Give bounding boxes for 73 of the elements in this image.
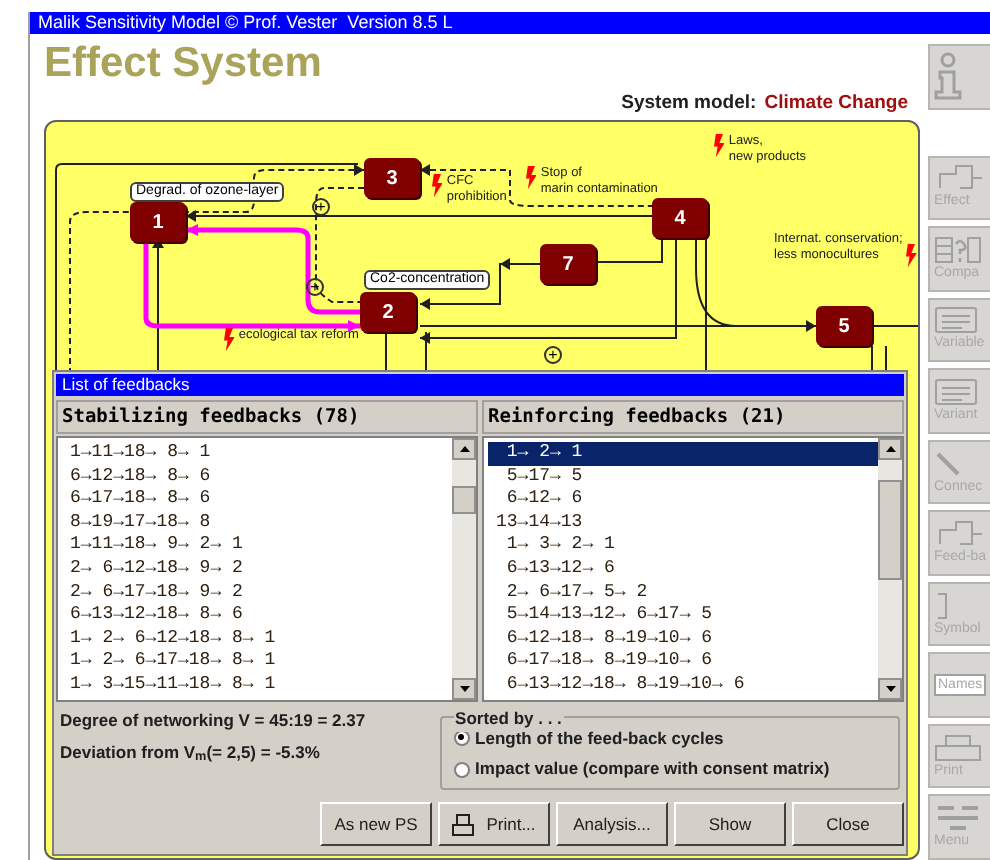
info-icon xyxy=(934,52,962,101)
diagram-node[interactable]: 7 xyxy=(540,244,596,284)
feedback-row[interactable]: 1→ 2→ 6→12→18→ 8→ 1 xyxy=(62,627,452,651)
feedback-row[interactable]: 2→ 6→17→18→ 9→ 2 xyxy=(62,581,452,605)
radio-label: Length of the feed-back cycles xyxy=(475,727,724,751)
scroll-down-icon[interactable] xyxy=(459,686,469,692)
feedback-row[interactable]: 13→14→13 xyxy=(488,511,878,535)
menu-icon xyxy=(934,804,982,833)
printer-icon xyxy=(934,733,982,762)
radio-button[interactable] xyxy=(453,761,470,778)
scroll-thumb[interactable] xyxy=(878,479,902,579)
diagram-node[interactable]: 4 xyxy=(652,198,708,238)
feedback-row[interactable]: 1→11→18→ 9→ 2→ 1 xyxy=(62,534,452,558)
scrollbar[interactable] xyxy=(878,438,902,700)
scroll-thumb[interactable] xyxy=(452,485,476,513)
feedback-row[interactable]: 1→11→18→ 8→ 1 xyxy=(62,442,452,466)
dialog-button[interactable]: Print... xyxy=(438,802,550,846)
statistic-text: Deviation from V$_{m}$(= 2,5) = -5.3% xyxy=(60,739,322,765)
feedback-row[interactable]: 6→13→12→ 6 xyxy=(488,557,878,582)
dialog-button[interactable]: As new PS xyxy=(320,802,432,846)
window-title: Malik Sensitivity Model © Prof. Vester Version 8.5 L xyxy=(30,12,990,34)
matrix-icon xyxy=(934,235,982,264)
scroll-up-icon[interactable] xyxy=(885,446,895,452)
group-title: Sorted by . . . xyxy=(453,706,564,732)
feedback-row[interactable]: 5→14→13→12→ 6→17→ 5 xyxy=(488,604,878,628)
feedback-row[interactable]: 2→ 6→17→ 5→ 2 xyxy=(488,581,878,605)
feedback-row[interactable]: 1→ 2→ 1 xyxy=(488,442,878,466)
feedback-row[interactable]: 8→19→17→18→ 8 xyxy=(62,511,452,535)
feedback-row[interactable]: 6→12→18→ 8→ 6 xyxy=(62,465,452,489)
scroll-down-icon[interactable] xyxy=(885,686,895,692)
list-header: Reinforcing feedbacks (21) xyxy=(482,400,904,434)
feedback-row[interactable]: 6→13→12→18→ 8→19→10→ 6 xyxy=(488,673,878,698)
lightning-icon xyxy=(526,166,537,190)
lightning-icon xyxy=(906,244,918,268)
scrollbar[interactable] xyxy=(452,438,476,700)
feedback-row[interactable]: 2→ 6→12→18→ 9→ 2 xyxy=(62,557,452,582)
diagram-node[interactable]: 5 xyxy=(816,306,872,346)
page-heading: Effect System xyxy=(44,40,322,88)
radio-label: Impact value (compare with consent matrix) xyxy=(475,756,830,782)
lightning-icon xyxy=(714,134,725,158)
feedback-row[interactable]: 5→17→ 5 xyxy=(488,465,878,489)
list-header: Stabilizing feedbacks (78) xyxy=(56,400,478,434)
system-model-label: System model: xyxy=(621,90,757,118)
diagram-node[interactable]: 3 xyxy=(364,158,420,198)
system-model-name: Climate Change xyxy=(764,90,908,118)
flow-diagram-icon xyxy=(934,520,986,549)
diagram-node[interactable]: 1 xyxy=(130,202,186,242)
feedback-row[interactable]: 6→12→ 6 xyxy=(488,488,878,512)
list-window-icon xyxy=(934,306,978,335)
lightning-icon xyxy=(224,328,235,352)
scroll-up-icon[interactable] xyxy=(459,446,469,452)
feedback-row[interactable]: 6→17→18→ 8→ 6 xyxy=(62,488,452,512)
feedback-row[interactable]: 1→ 2→ 6→17→18→ 8→ 1 xyxy=(62,650,452,674)
lightning-icon xyxy=(432,174,443,198)
dialog-button[interactable]: Show xyxy=(674,802,786,846)
flow-diagram-icon xyxy=(934,164,986,193)
dialog-title: List of feedbacks xyxy=(56,374,904,396)
dialog-button[interactable]: Analysis... xyxy=(556,802,668,846)
pencil-icon xyxy=(934,449,962,477)
statistic-text: Degree of networking V = 45:19 = 2.37 xyxy=(60,708,368,734)
dialog-button[interactable]: Close xyxy=(792,802,904,846)
plus-sign: + xyxy=(306,278,324,296)
feedback-row[interactable]: 6→12→18→ 8→19→10→ 6 xyxy=(488,627,878,651)
list-window-icon xyxy=(934,377,978,406)
plus-sign: + xyxy=(312,198,330,216)
printer-icon xyxy=(452,813,475,835)
diagram-node[interactable]: 2 xyxy=(360,292,416,332)
bracket-icon xyxy=(934,591,950,620)
feedback-row[interactable]: 1→ 3→15→11→18→ 8→ 1 xyxy=(62,673,452,698)
feedback-row[interactable]: 1→ 3→ 2→ 1 xyxy=(488,534,878,558)
feedback-row[interactable]: 6→13→12→18→ 8→ 6 xyxy=(62,604,452,628)
feedback-row[interactable]: 6→17→18→ 8→19→10→ 6 xyxy=(488,650,878,674)
plus-sign: + xyxy=(544,346,562,364)
